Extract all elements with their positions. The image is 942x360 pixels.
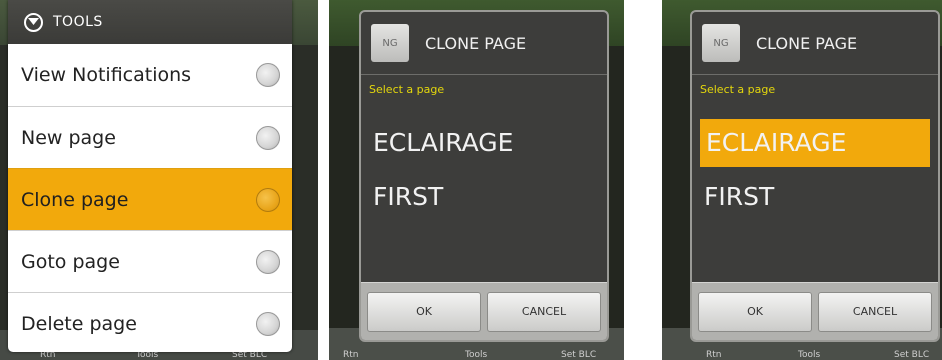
menu-item-label: Clone page	[21, 188, 129, 211]
menu-item-label: View Notifications	[21, 64, 192, 86]
clone-page-dialog: NG CLONE PAGE Select a page ECLAIRAGE FI…	[359, 10, 609, 342]
cancel-button[interactable]: CANCEL	[487, 291, 601, 332]
menu-item-view-notifications[interactable]: View Notifications	[8, 44, 292, 106]
clone-page-screen-selected: Rtn Tools Set BLC NG CLONE PAGE Select a…	[662, 0, 942, 360]
menu-item-label: New page	[21, 126, 116, 149]
bottom-bar-labels: Rtn Tools Set BLC	[329, 348, 624, 360]
page-option-eclairage[interactable]: ECLAIRAGE	[361, 119, 607, 167]
tools-menu-screen: Rtn Tools Set BLC TOOLS View Notificatio…	[0, 0, 318, 360]
menu-item-delete-page[interactable]: Delete page	[8, 292, 292, 352]
bottom-label-rtn[interactable]: Rtn	[706, 350, 722, 360]
menu-item-label: Delete page	[21, 312, 137, 335]
page-options-list: ECLAIRAGE FIRST	[361, 95, 607, 275]
page-options-list: ECLAIRAGE FIRST	[692, 95, 938, 275]
page-thumbnail-icon: NG	[371, 24, 409, 62]
dialog-header: NG CLONE PAGE	[692, 12, 938, 75]
page-option-first[interactable]: FIRST	[692, 173, 938, 221]
tools-menu: TOOLS View Notifications New page Clone …	[8, 0, 292, 352]
dialog-button-bar: OK CANCEL	[692, 282, 938, 340]
tools-menu-header: TOOLS	[8, 0, 292, 44]
bottom-label-set-blc[interactable]: Set BLC	[894, 350, 929, 360]
menu-item-new-page[interactable]: New page	[8, 106, 292, 168]
bottom-label-set-blc[interactable]: Set BLC	[561, 350, 596, 360]
page-option-eclairage-selected[interactable]: ECLAIRAGE	[700, 119, 930, 167]
menu-item-clone-page[interactable]: Clone page	[8, 168, 292, 230]
menu-item-goto-page[interactable]: Goto page	[8, 230, 292, 292]
dialog-header: NG CLONE PAGE	[361, 12, 607, 75]
radio-button-icon[interactable]	[256, 125, 280, 150]
clone-page-dialog: NG CLONE PAGE Select a page ECLAIRAGE FI…	[690, 10, 940, 342]
page-option-first[interactable]: FIRST	[361, 173, 607, 221]
tools-menu-title: TOOLS	[53, 14, 103, 30]
bottom-bar-labels: Rtn Tools Set BLC	[662, 348, 942, 360]
dialog-title: CLONE PAGE	[756, 33, 858, 53]
dialog-button-bar: OK CANCEL	[361, 282, 607, 340]
radio-button-icon[interactable]	[256, 311, 280, 336]
dialog-title: CLONE PAGE	[425, 33, 527, 53]
bottom-label-tools[interactable]: Tools	[465, 350, 487, 360]
dialog-subheading: Select a page	[700, 83, 776, 96]
radio-button-icon[interactable]	[256, 187, 280, 212]
dialog-subheading: Select a page	[369, 83, 445, 96]
ok-button[interactable]: OK	[698, 291, 812, 332]
bottom-label-tools[interactable]: Tools	[798, 350, 820, 360]
clone-page-screen-unselected: Rtn Tools Set BLC NG CLONE PAGE Select a…	[329, 0, 624, 360]
cancel-button[interactable]: CANCEL	[818, 291, 932, 332]
bottom-label-rtn[interactable]: Rtn	[343, 350, 359, 360]
ok-button[interactable]: OK	[367, 291, 481, 332]
chevron-down-circle-icon	[24, 12, 43, 32]
menu-item-label: Goto page	[21, 250, 120, 273]
radio-button-icon[interactable]	[256, 63, 280, 87]
radio-button-icon[interactable]	[256, 249, 280, 274]
page-thumbnail-icon: NG	[702, 24, 740, 62]
